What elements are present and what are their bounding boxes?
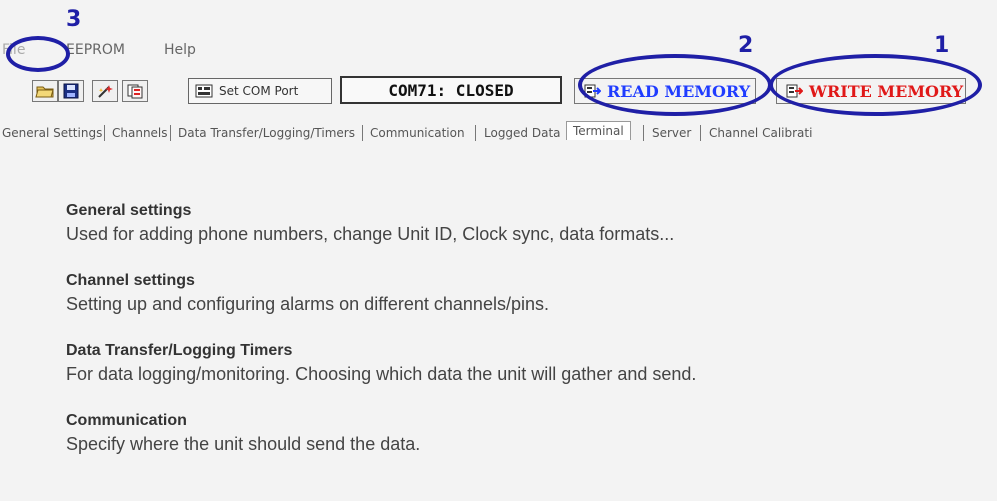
write-memory-button[interactable]: WRITE MEMORY: [776, 78, 966, 104]
com-port-icon: [195, 84, 213, 98]
tab-channel-calibration[interactable]: Channel Calibrati: [709, 126, 812, 140]
tab-separator: [475, 125, 476, 141]
tab-separator: [643, 125, 644, 141]
section-description: Specify where the unit should send the d…: [66, 434, 421, 454]
folder-open-icon: [35, 86, 54, 98]
wizard-button[interactable]: [92, 80, 118, 102]
copy-button[interactable]: [122, 80, 148, 102]
tab-data-transfer-logging-timers[interactable]: Data Transfer/Logging/Timers: [178, 126, 355, 140]
annotation-number-3: 3: [66, 7, 82, 32]
software-window: 3 2 1 File EEPROM Help Set COM Port COM7…: [0, 0, 997, 150]
annotation-number-1: 1: [934, 33, 950, 58]
tab-strip: General Settings Channels Data Transfer/…: [0, 120, 997, 146]
section-description: Setting up and configuring alarms on dif…: [66, 294, 549, 314]
help-section-general-settings: General settings Used for adding phone n…: [66, 202, 966, 245]
tab-channels[interactable]: Channels: [112, 126, 168, 140]
set-com-port-label: Set COM Port: [219, 84, 299, 98]
write-memory-label: WRITE MEMORY: [809, 81, 964, 101]
tab-server[interactable]: Server: [652, 126, 691, 140]
tab-communication[interactable]: Communication: [370, 126, 465, 140]
tab-separator: [700, 125, 701, 141]
tab-logged-data[interactable]: Logged Data: [484, 126, 561, 140]
section-title: General settings: [66, 202, 192, 219]
section-title: Data Transfer/Logging Timers: [66, 342, 293, 359]
help-section-communication: Communication Specify where the unit sho…: [66, 412, 966, 455]
section-description: For data logging/monitoring. Choosing wh…: [66, 364, 697, 384]
tab-separator: [362, 125, 363, 141]
toolbar: Set COM Port COM71: CLOSED READ MEMORY W…: [0, 72, 997, 106]
tab-separator: [104, 125, 105, 141]
open-button[interactable]: [32, 80, 58, 102]
write-memory-icon: [786, 84, 803, 98]
help-content: General settings Used for adding phone n…: [0, 150, 997, 501]
com-status-display: COM71: CLOSED: [340, 76, 562, 104]
menu-eeprom[interactable]: EEPROM: [66, 42, 125, 58]
read-memory-label: READ MEMORY: [607, 81, 751, 101]
read-memory-icon: [584, 84, 601, 98]
help-section-data-transfer: Data Transfer/Logging Timers For data lo…: [66, 342, 966, 385]
set-com-port-button[interactable]: Set COM Port: [188, 78, 332, 104]
section-title: Communication: [66, 412, 187, 429]
menu-help[interactable]: Help: [164, 42, 196, 58]
tab-terminal[interactable]: Terminal: [566, 121, 631, 140]
tab-separator: [170, 125, 171, 141]
section-title: Channel settings: [66, 272, 195, 289]
menu-file[interactable]: File: [2, 42, 25, 58]
tab-general-settings[interactable]: General Settings: [2, 126, 102, 140]
section-description: Used for adding phone numbers, change Un…: [66, 224, 675, 244]
help-section-channel-settings: Channel settings Setting up and configur…: [66, 272, 966, 315]
copy-icon: [127, 84, 143, 99]
wand-icon: [98, 85, 113, 98]
save-button[interactable]: [58, 80, 84, 102]
read-memory-button[interactable]: READ MEMORY: [574, 78, 756, 104]
annotation-number-2: 2: [738, 33, 754, 58]
save-disk-icon: [63, 83, 79, 99]
